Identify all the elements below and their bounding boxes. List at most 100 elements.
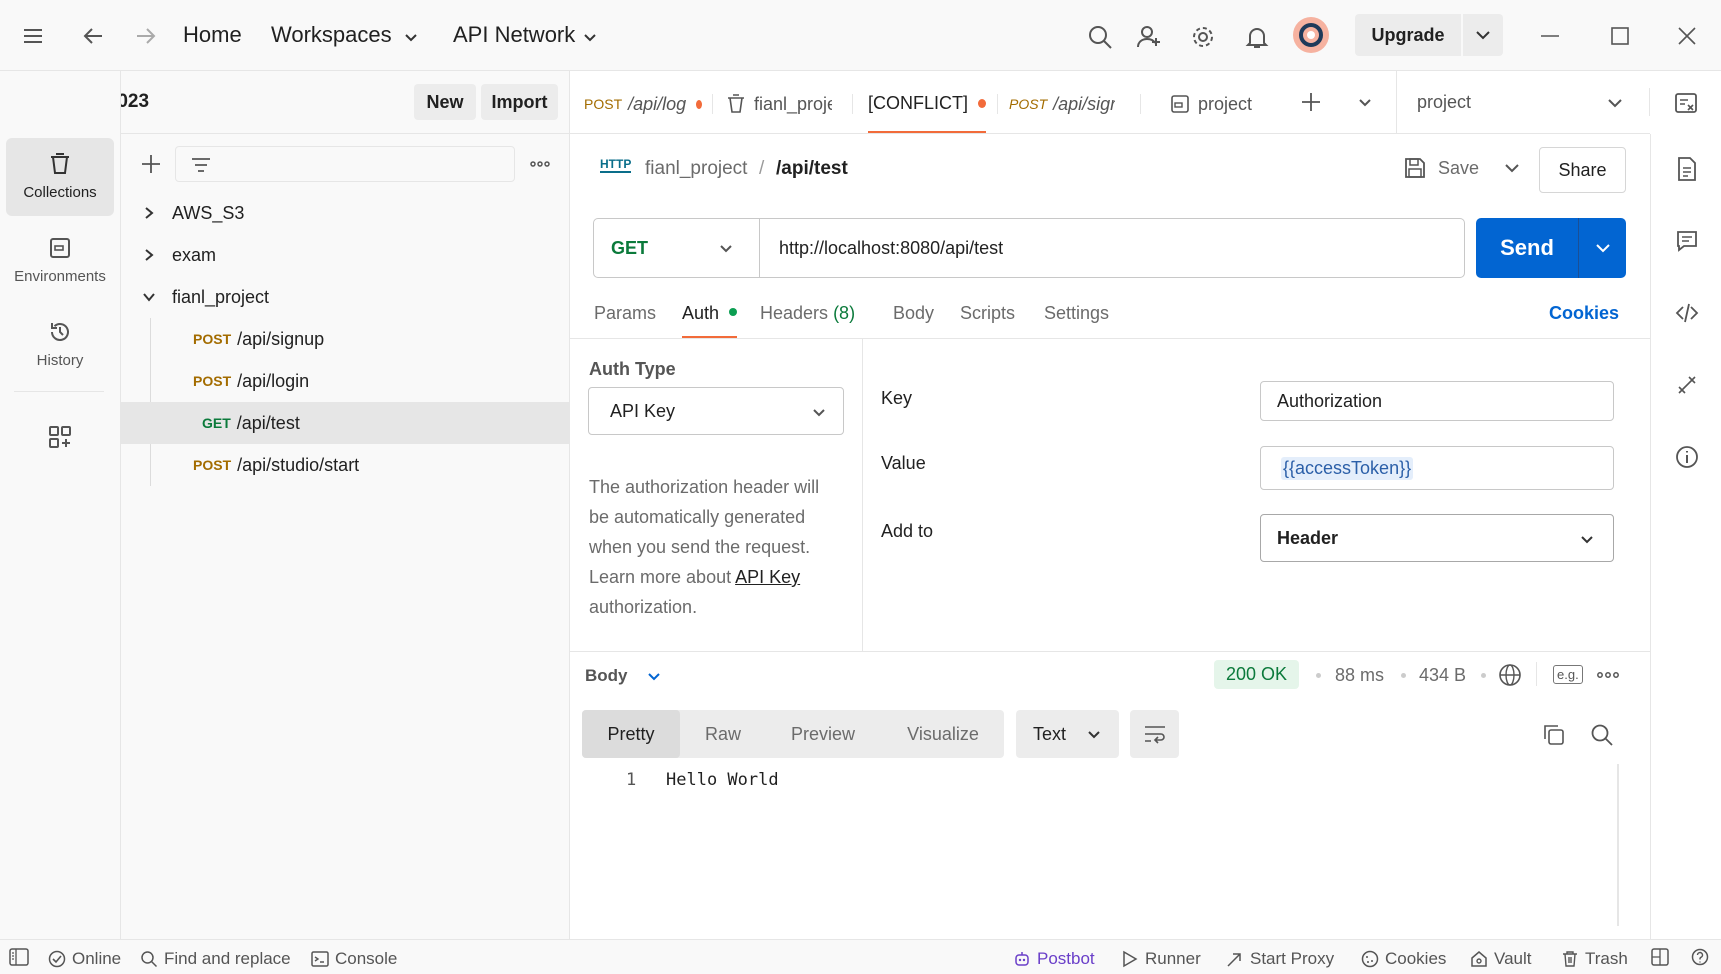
value-input[interactable]: {{accessToken}}	[1260, 446, 1614, 490]
new-button[interactable]: New	[414, 84, 476, 120]
nav-environments[interactable]: Environments	[6, 222, 114, 300]
request-tab[interactable]: POST /api/sigr	[1009, 75, 1115, 133]
view-tab-preview[interactable]: Preview	[766, 710, 880, 758]
menu-icon[interactable]	[22, 25, 44, 47]
tab-settings[interactable]: Settings	[1044, 303, 1109, 324]
editor-scrollbar-track[interactable]	[1617, 764, 1619, 926]
console-button[interactable]: Console	[311, 949, 397, 969]
documentation-icon[interactable]	[1675, 156, 1699, 182]
request-tab[interactable]: POST /api/log	[584, 75, 702, 133]
tree-collection[interactable]: exam	[121, 234, 569, 276]
wrap-lines-button[interactable]	[1130, 710, 1179, 758]
plus-icon[interactable]	[140, 153, 162, 175]
tree-collection[interactable]: AWS_S3	[121, 192, 569, 234]
new-tab-plus-icon[interactable]	[1300, 91, 1322, 113]
url-input[interactable]: http://localhost:8080/api/test	[779, 238, 1003, 259]
toggle-sidebar-icon[interactable]	[9, 948, 29, 966]
back-arrow-icon[interactable]	[82, 25, 104, 47]
add-user-icon[interactable]	[1136, 24, 1162, 50]
workspaces-menu[interactable]: Workspaces	[271, 22, 392, 48]
upgrade-dropdown-button[interactable]	[1463, 14, 1503, 56]
comments-icon[interactable]	[1675, 229, 1699, 253]
auth-type-select[interactable]: API Key	[588, 387, 844, 435]
breadcrumb-collection[interactable]: fianl_project	[645, 158, 747, 180]
minimize-window-icon[interactable]	[1539, 25, 1561, 47]
save-button[interactable]: Save	[1404, 148, 1490, 188]
api-key-docs-link[interactable]: API Key	[735, 567, 800, 587]
response-code-editor[interactable]: 1 Hello World	[582, 764, 1620, 926]
cookies-link[interactable]: Cookies	[1549, 303, 1619, 324]
tab-auth-active[interactable]: Auth	[682, 303, 738, 338]
response-divider	[570, 651, 1650, 652]
avatar[interactable]	[1293, 17, 1329, 53]
import-button[interactable]: Import	[481, 84, 558, 120]
related-collections-icon[interactable]	[1675, 373, 1699, 397]
info-icon[interactable]	[1675, 445, 1699, 469]
tree-request-item[interactable]: POST /api/login	[121, 360, 569, 402]
tree-collection[interactable]: fianl_project	[121, 276, 569, 318]
breadcrumb-request[interactable]: /api/test	[776, 158, 848, 180]
postbot-button[interactable]: Postbot	[1013, 949, 1095, 969]
tabs-dropdown-chevron-icon[interactable]	[1357, 94, 1373, 110]
help-icon[interactable]	[1691, 948, 1709, 966]
filter-search-input[interactable]	[175, 146, 515, 182]
status-badge[interactable]: 200 OK	[1214, 660, 1300, 689]
code-icon[interactable]	[1675, 301, 1699, 325]
send-options-button[interactable]	[1578, 218, 1626, 278]
save-options-button[interactable]	[1492, 148, 1532, 188]
copy-icon[interactable]	[1542, 723, 1566, 747]
close-window-icon[interactable]	[1676, 25, 1698, 47]
format-select[interactable]: Text	[1016, 710, 1119, 758]
environment-tab[interactable]: project	[1170, 75, 1280, 133]
api-network-menu[interactable]: API Network	[453, 22, 575, 48]
key-input[interactable]: Authorization	[1260, 381, 1614, 421]
tab-headers[interactable]: Headers (8)	[760, 303, 855, 324]
vault-button[interactable]: Vault	[1470, 949, 1532, 969]
tree-request-item[interactable]: POST /api/signup	[121, 318, 569, 360]
nav-collections[interactable]: Collections	[6, 138, 114, 216]
response-time[interactable]: 88 ms	[1335, 665, 1384, 686]
conflict-tab-active[interactable]: [CONFLICT]	[868, 75, 986, 133]
collection-tab[interactable]: fianl_proje	[726, 75, 832, 133]
auth-divider	[862, 339, 863, 651]
layout-toggle-icon[interactable]	[1651, 948, 1669, 966]
gear-icon[interactable]	[1190, 24, 1216, 50]
search-icon[interactable]	[1087, 24, 1113, 50]
upgrade-button[interactable]: Upgrade	[1355, 14, 1461, 56]
bell-icon[interactable]	[1244, 24, 1270, 50]
trash-button[interactable]: Trash	[1561, 949, 1628, 969]
view-tab-visualize[interactable]: Visualize	[884, 710, 1002, 758]
search-icon[interactable]	[1590, 723, 1614, 747]
tab-params[interactable]: Params	[594, 303, 656, 324]
response-body-menu[interactable]: Body	[585, 666, 662, 686]
home-link[interactable]: Home	[183, 22, 242, 48]
view-tab-pretty[interactable]: Pretty	[582, 710, 680, 758]
addto-select[interactable]: Header	[1260, 514, 1614, 562]
runner-button[interactable]: Runner	[1121, 949, 1201, 969]
forward-arrow-icon[interactable]	[135, 25, 157, 47]
environment-selector[interactable]: project	[1397, 71, 1649, 134]
environment-quick-look-icon[interactable]	[1674, 91, 1698, 115]
find-replace-button[interactable]: Find and replace	[140, 949, 291, 969]
example-button[interactable]: e.g.	[1553, 665, 1583, 684]
more-options-icon[interactable]	[1596, 665, 1620, 685]
cookies-label: Cookies	[1385, 949, 1447, 968]
method-select[interactable]: GET	[594, 219, 760, 277]
tab-scripts[interactable]: Scripts	[960, 303, 1015, 324]
share-button[interactable]: Share	[1539, 147, 1626, 193]
globe-icon[interactable]	[1498, 663, 1522, 687]
view-tab-raw[interactable]: Raw	[682, 710, 764, 758]
nav-history[interactable]: History	[6, 306, 114, 384]
maximize-window-icon[interactable]	[1609, 25, 1631, 47]
more-options-icon[interactable]	[529, 154, 551, 174]
add-apps-icon[interactable]	[48, 425, 72, 449]
response-size[interactable]: 434 B	[1419, 665, 1466, 686]
tree-request-item-selected[interactable]: GET /api/test	[121, 402, 569, 444]
start-proxy-button[interactable]: Start Proxy	[1226, 949, 1334, 969]
tree-request-item[interactable]: POST /api/studio/start	[121, 444, 569, 486]
tab-body[interactable]: Body	[893, 303, 934, 324]
online-status[interactable]: Online	[48, 949, 121, 969]
cookies-button[interactable]: Cookies	[1361, 949, 1446, 969]
wrap-lines-icon	[1144, 726, 1165, 744]
send-button[interactable]: Send	[1476, 218, 1578, 278]
